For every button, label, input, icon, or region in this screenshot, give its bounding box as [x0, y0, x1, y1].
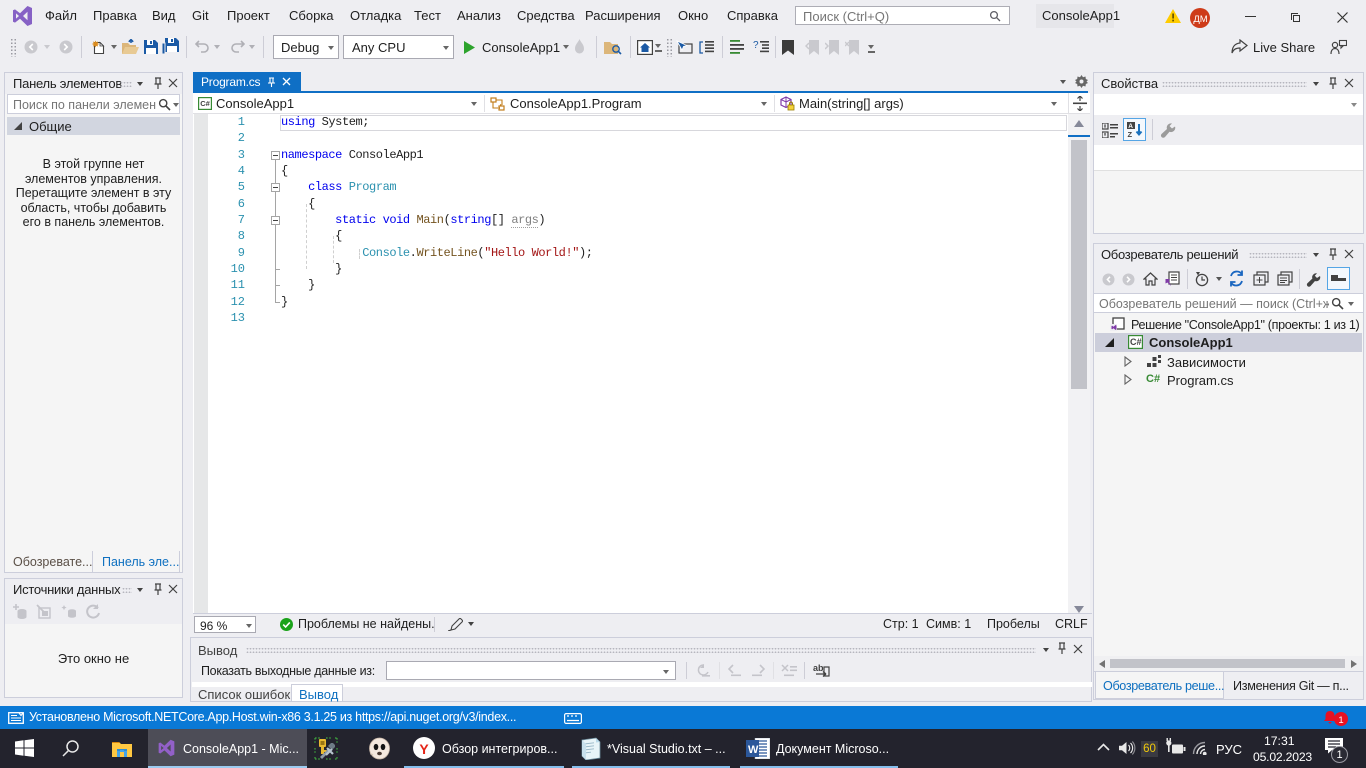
- svg-text:ab: ab: [813, 663, 824, 673]
- svg-text:Z: Z: [1128, 130, 1133, 138]
- svg-text:W: W: [748, 744, 759, 756]
- svg-text:?: ?: [753, 40, 759, 51]
- svg-text:A: A: [1128, 123, 1133, 130]
- svg-text:C#: C#: [200, 99, 210, 108]
- svg-text:C#: C#: [1130, 337, 1142, 347]
